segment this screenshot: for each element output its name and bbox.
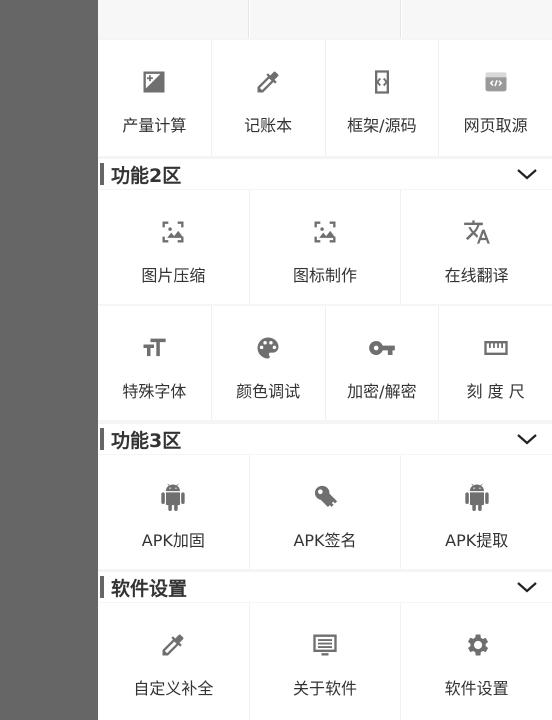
section3-header[interactable]: 功能3区 xyxy=(98,424,552,454)
tools-panel: 产量计算 记账本 框架/源码 网页取源 功能2区 图片压缩 图标制作 在线翻译 … xyxy=(98,0,552,720)
tile-apk-harden[interactable]: APK加固 xyxy=(98,455,249,569)
eyedropper-icon xyxy=(159,631,187,659)
tile-label: 自定义补全 xyxy=(133,679,214,698)
chevron-down-icon xyxy=(517,169,537,180)
tile-web-source[interactable]: 网页取源 xyxy=(439,40,552,156)
tile-special-font[interactable]: 特殊字体 xyxy=(98,306,211,420)
tile-frame-source[interactable]: 框架/源码 xyxy=(325,40,439,156)
tile-label: APK提取 xyxy=(445,531,509,550)
translate-icon xyxy=(463,218,491,246)
section4-title: 软件设置 xyxy=(111,578,188,600)
tile-about[interactable]: 关于软件 xyxy=(249,603,401,720)
tile-label: 记账本 xyxy=(244,116,293,135)
web-source-icon xyxy=(482,68,510,96)
section4-row: 自定义补全 关于软件 软件设置 xyxy=(98,603,552,720)
section-bar xyxy=(100,576,104,598)
tile-label: 在线翻译 xyxy=(444,266,509,285)
section2-header[interactable]: 功能2区 xyxy=(98,159,552,189)
drawer-scrim[interactable] xyxy=(0,0,98,720)
eyedropper-icon xyxy=(254,68,282,96)
section2-row1: 图片压缩 图标制作 在线翻译 xyxy=(98,190,552,304)
ruler-icon xyxy=(482,334,510,362)
tile-label: 刻 度 尺 xyxy=(466,382,525,401)
image-icon xyxy=(159,218,187,246)
top-cell-2[interactable] xyxy=(250,0,401,38)
section-bar xyxy=(100,163,104,185)
android-icon xyxy=(463,483,491,511)
tile-ledger[interactable]: 记账本 xyxy=(211,40,325,156)
android-icon xyxy=(159,483,187,511)
gear-icon xyxy=(463,631,491,659)
tile-label: APK签名 xyxy=(293,531,357,550)
exposure-plus-minus-icon xyxy=(140,68,168,96)
image-icon xyxy=(311,218,339,246)
chevron-down-icon xyxy=(517,434,537,445)
key-icon xyxy=(368,334,396,362)
top-cell-3[interactable] xyxy=(402,0,552,38)
top-cell-1[interactable] xyxy=(98,0,249,38)
tile-settings[interactable]: 软件设置 xyxy=(401,603,552,720)
tile-label: 产量计算 xyxy=(122,116,187,135)
chevron-down-icon xyxy=(517,582,537,593)
vpn-key-icon xyxy=(311,483,339,511)
font-size-icon xyxy=(140,334,168,362)
tile-apk-extract[interactable]: APK提取 xyxy=(401,455,552,569)
tile-label: 软件设置 xyxy=(444,679,509,698)
tile-label: 网页取源 xyxy=(463,116,528,135)
section-bar xyxy=(100,428,104,450)
tile-label: 图标制作 xyxy=(293,266,358,285)
tile-encrypt[interactable]: 加密/解密 xyxy=(325,306,439,420)
tile-label: 框架/源码 xyxy=(347,116,417,135)
section2-title: 功能2区 xyxy=(111,165,182,187)
tile-ruler[interactable]: 刻 度 尺 xyxy=(439,306,552,420)
top-partial-row xyxy=(98,0,552,38)
tile-image-compress[interactable]: 图片压缩 xyxy=(98,190,249,304)
tile-color-debug[interactable]: 颜色调试 xyxy=(211,306,325,420)
tile-label: 图片压缩 xyxy=(141,266,206,285)
section4-header[interactable]: 软件设置 xyxy=(98,572,552,602)
tile-label: APK加固 xyxy=(141,531,205,550)
code-frame-icon xyxy=(368,68,396,96)
tile-custom-complete[interactable]: 自定义补全 xyxy=(98,603,249,720)
tile-label: 关于软件 xyxy=(293,679,358,698)
tile-label: 加密/解密 xyxy=(347,382,417,401)
tile-label: 特殊字体 xyxy=(122,382,187,401)
section1-row: 产量计算 记账本 框架/源码 网页取源 xyxy=(98,40,552,156)
section3-row: APK加固 APK签名 APK提取 xyxy=(98,455,552,569)
tile-apk-sign[interactable]: APK签名 xyxy=(249,455,401,569)
tile-icon-make[interactable]: 图标制作 xyxy=(249,190,401,304)
section3-title: 功能3区 xyxy=(111,430,182,452)
list-screen-icon xyxy=(311,631,339,659)
tile-yield-calc[interactable]: 产量计算 xyxy=(98,40,211,156)
tile-translate[interactable]: 在线翻译 xyxy=(401,190,552,304)
tile-label: 颜色调试 xyxy=(236,382,301,401)
section2-row2: 特殊字体 颜色调试 加密/解密 刻 度 尺 xyxy=(98,306,552,420)
palette-icon xyxy=(254,334,282,362)
